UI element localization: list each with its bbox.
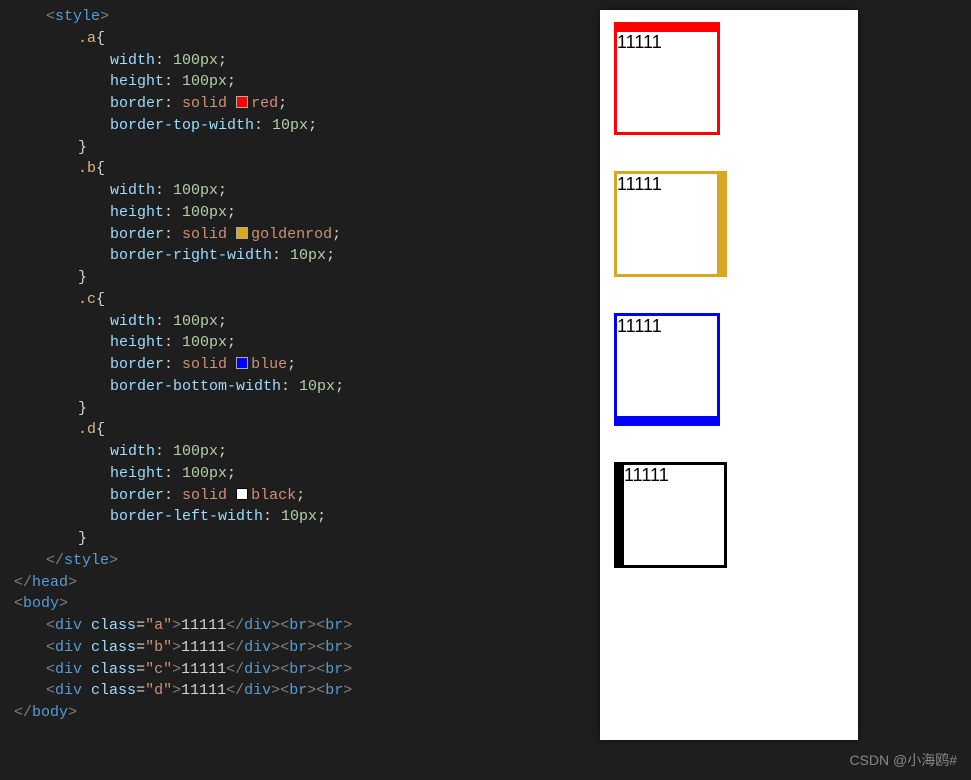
code-line[interactable]: .b{: [6, 158, 600, 180]
code-line[interactable]: <div class="a">11111</div><br><br>: [6, 615, 600, 637]
code-line[interactable]: height: 100px;: [6, 463, 600, 485]
code-line[interactable]: }: [6, 528, 600, 550]
code-line[interactable]: border: solid blue;: [6, 354, 600, 376]
color-swatch-icon: [236, 227, 248, 239]
color-swatch-icon: [236, 357, 248, 369]
code-line[interactable]: width: 100px;: [6, 441, 600, 463]
preview-box-a: 11111: [614, 22, 720, 135]
code-line[interactable]: .d{: [6, 419, 600, 441]
code-line[interactable]: border: solid goldenrod;: [6, 224, 600, 246]
code-line[interactable]: }: [6, 137, 600, 159]
code-line[interactable]: </style>: [6, 550, 600, 572]
preview-box-c: 11111: [614, 313, 720, 426]
color-swatch-icon: [236, 96, 248, 108]
code-line[interactable]: <style>: [6, 6, 600, 28]
code-line[interactable]: .c{: [6, 289, 600, 311]
code-line[interactable]: <body>: [6, 593, 600, 615]
code-line[interactable]: width: 100px;: [6, 50, 600, 72]
code-line[interactable]: height: 100px;: [6, 332, 600, 354]
preview-box-d: 11111: [614, 462, 727, 568]
code-line[interactable]: border-left-width: 10px;: [6, 506, 600, 528]
code-line[interactable]: height: 100px;: [6, 202, 600, 224]
code-line[interactable]: }: [6, 267, 600, 289]
code-line[interactable]: border-right-width: 10px;: [6, 245, 600, 267]
color-swatch-icon: [236, 488, 248, 500]
code-line[interactable]: border: solid red;: [6, 93, 600, 115]
code-line[interactable]: <div class="c">11111</div><br><br>: [6, 659, 600, 681]
code-line[interactable]: }: [6, 398, 600, 420]
watermark-text: CSDN @小海鸥#: [849, 750, 957, 770]
app-window: <style>.a{width: 100px;height: 100px;bor…: [0, 0, 971, 780]
code-line[interactable]: width: 100px;: [6, 311, 600, 333]
code-line[interactable]: <div class="b">11111</div><br><br>: [6, 637, 600, 659]
code-line[interactable]: height: 100px;: [6, 71, 600, 93]
code-line[interactable]: border: solid black;: [6, 485, 600, 507]
code-line[interactable]: border-top-width: 10px;: [6, 115, 600, 137]
code-editor[interactable]: <style>.a{width: 100px;height: 100px;bor…: [0, 0, 600, 780]
browser-page[interactable]: 11111 11111 11111 11111: [600, 10, 858, 740]
code-line[interactable]: border-bottom-width: 10px;: [6, 376, 600, 398]
code-line[interactable]: .a{: [6, 28, 600, 50]
code-line[interactable]: <div class="d">11111</div><br><br>: [6, 680, 600, 702]
preview-panel: 11111 11111 11111 11111 CSDN @小海鸥#: [600, 0, 971, 780]
preview-box-b: 11111: [614, 171, 727, 277]
code-line[interactable]: </head>: [6, 572, 600, 594]
code-line[interactable]: </body>: [6, 702, 600, 724]
code-line[interactable]: width: 100px;: [6, 180, 600, 202]
